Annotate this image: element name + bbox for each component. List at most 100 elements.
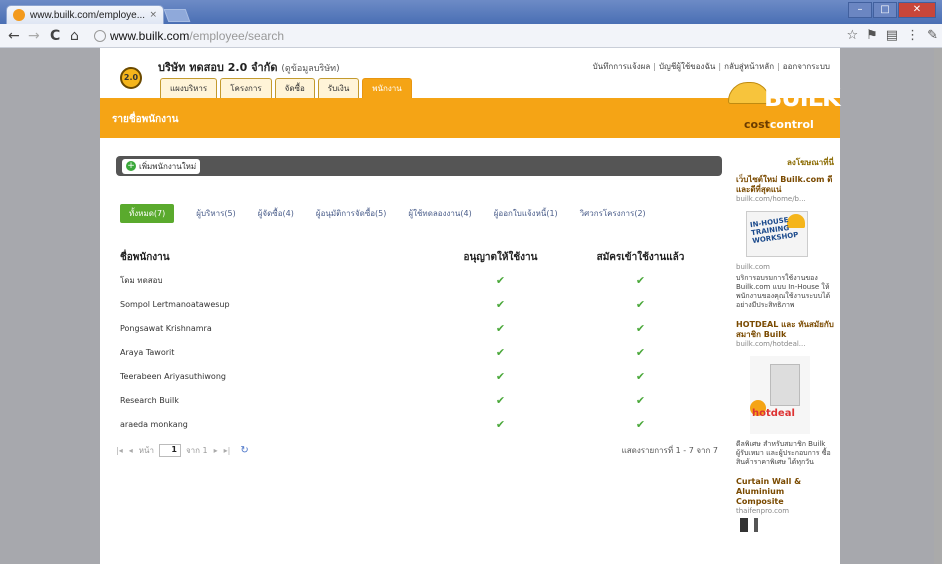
ad-title[interactable]: HOTDEAL และ ทันสมัยกับ สมาชิก Builk xyxy=(736,320,834,340)
allowed-check-icon: ✔ xyxy=(436,317,566,342)
employee-name[interactable]: Araya Taworit xyxy=(116,341,436,366)
bookmark-star-icon[interactable]: ☆ xyxy=(846,28,858,43)
hotdeal-label: hotdeal xyxy=(752,408,795,419)
employee-table: ชื่อพนักงาน อนุญาตให้ใช้งาน สมัครเข้าใช้… xyxy=(116,245,716,438)
page-scrollbar[interactable] xyxy=(934,48,942,564)
favicon-icon xyxy=(13,9,25,21)
section-title: รายชื่อพนักงาน xyxy=(112,114,179,125)
filter-purchasers[interactable]: ผู้จัดซื้อ(4) xyxy=(258,207,294,220)
employee-name[interactable]: Teerabeen Ariyasuthiwong xyxy=(116,365,436,390)
page-menu-icon[interactable]: ▤ xyxy=(886,28,898,43)
filter-project-engineers[interactable]: วิศวกรโครงการ(2) xyxy=(580,207,646,220)
tab-projects[interactable]: โครงการ xyxy=(220,78,272,98)
allowed-check-icon: ✔ xyxy=(436,293,566,318)
table-row[interactable]: โดม ทดสอบ ✔ ✔ xyxy=(116,270,716,294)
window-controls: – □ ✕ xyxy=(848,2,936,18)
extension-icon[interactable]: ⚑ xyxy=(866,28,878,43)
employee-name[interactable]: araeda monkang xyxy=(116,413,436,438)
action-bar: + เพิ่มพนักงานใหม่ xyxy=(116,156,722,176)
tab-purchasing[interactable]: จัดซื้อ xyxy=(274,78,315,98)
allowed-check-icon: ✔ xyxy=(436,413,566,438)
plus-icon: + xyxy=(126,161,136,171)
prev-page-icon[interactable]: ◂ xyxy=(129,446,133,455)
employee-name[interactable]: Sompol Lertmanoatawesup xyxy=(116,293,436,318)
info-icon[interactable]: ⋮ xyxy=(906,28,919,43)
company-info-link[interactable]: (ดูข้อมูลบริษัท) xyxy=(281,64,339,74)
main-tabs: แผงบริหาร โครงการ จัดซื้อ รับเงิน พนักงา… xyxy=(160,78,412,98)
allowed-check-icon: ✔ xyxy=(436,365,566,390)
first-page-icon[interactable]: |◂ xyxy=(116,446,123,455)
registered-check-icon: ✔ xyxy=(565,293,716,318)
filter-executives[interactable]: ผู้บริหาร(5) xyxy=(196,207,235,220)
tab-employees[interactable]: พนักงาน xyxy=(362,78,412,98)
ad-title[interactable]: เว็บไซต์ใหม่ Builk.com ดี และดีที่สุดแน่ xyxy=(736,175,834,195)
main-content: + เพิ่มพนักงานใหม่ ทั้งหมด(7) ผู้บริหาร(… xyxy=(116,156,722,457)
filter-all[interactable]: ทั้งหมด(7) xyxy=(120,204,175,223)
product-box-icon xyxy=(770,364,800,406)
col-allowed[interactable]: อนุญาตให้ใช้งาน xyxy=(436,245,565,270)
ad-url[interactable]: thaifenpro.com xyxy=(736,507,834,515)
hotdeal-image[interactable]: hotdeal xyxy=(750,356,810,434)
refresh-icon[interactable]: ↻ xyxy=(240,445,248,456)
new-tab-button[interactable] xyxy=(163,9,191,22)
add-employee-button[interactable]: + เพิ่มพนักงานใหม่ xyxy=(122,158,201,174)
page-info-icon[interactable] xyxy=(94,30,106,42)
ad-url[interactable]: builk.com/hotdeal... xyxy=(736,340,834,348)
close-window-button[interactable]: ✕ xyxy=(898,2,936,18)
page: 2.0 บริษัท ทดสอบ 2.0 จำกัด (ดูข้อมูลบริษ… xyxy=(100,48,841,564)
tab-dashboard[interactable]: แผงบริหาร xyxy=(160,78,218,98)
wrench-icon[interactable]: ✎ xyxy=(927,28,938,43)
table-row[interactable]: Araya Taworit ✔ ✔ xyxy=(116,341,716,366)
home-button[interactable]: ⌂ xyxy=(70,28,79,44)
add-employee-label: เพิ่มพนักงานใหม่ xyxy=(139,161,197,171)
last-page-icon[interactable]: ▸| xyxy=(224,446,231,455)
back-button[interactable]: ← xyxy=(8,28,20,44)
employee-name[interactable]: Pongsawat Krishnamra xyxy=(116,317,436,342)
table-row[interactable]: Teerabeen Ariyasuthiwong ✔ ✔ xyxy=(116,365,716,390)
builk-brand-logo[interactable]: BUILK costcontrol xyxy=(722,74,841,138)
next-page-icon[interactable]: ▸ xyxy=(214,446,218,455)
tab-close-icon[interactable]: × xyxy=(149,10,157,20)
registered-check-icon: ✔ xyxy=(565,413,716,438)
employee-name[interactable]: โดม ทดสอบ xyxy=(116,270,436,294)
table-row[interactable]: Pongsawat Krishnamra ✔ ✔ xyxy=(116,317,716,342)
maximize-button[interactable]: □ xyxy=(873,2,897,18)
link-logout[interactable]: ออกจากระบบ xyxy=(783,62,830,71)
col-employee-name[interactable]: ชื่อพนักงาน xyxy=(116,245,436,270)
reload-button[interactable]: C xyxy=(50,28,60,44)
filter-purchase-approvers[interactable]: ผู้อนุมัติการจัดซื้อ(5) xyxy=(316,207,387,220)
col-registered[interactable]: สมัครเข้าใช้งานแล้ว xyxy=(565,245,716,270)
link-my-account[interactable]: บัญชีผู้ใช้ของฉัน xyxy=(659,62,715,71)
forward-button[interactable]: → xyxy=(28,28,40,44)
ad-url[interactable]: builk.com xyxy=(736,263,834,271)
training-workshop-image[interactable]: IN-HOUSE TRAINING WORKSHOP xyxy=(746,211,808,257)
registered-check-icon: ✔ xyxy=(565,317,716,342)
pagination: |◂ ◂ หน้า 1 จาก 1 ▸ ▸| ↻ แสดงรายการที่ 1… xyxy=(116,444,722,457)
ad-title[interactable]: Curtain Wall & Aluminium Composite xyxy=(736,477,834,507)
link-feedback[interactable]: บันทึกการแจ้งผล xyxy=(593,62,651,71)
table-header-row: ชื่อพนักงาน อนุญาตให้ใช้งาน สมัครเข้าใช้… xyxy=(116,245,716,270)
tab-receivables[interactable]: รับเงิน xyxy=(317,78,360,98)
curtain-wall-image[interactable] xyxy=(740,518,800,532)
table-row[interactable]: araeda monkang ✔ ✔ xyxy=(116,413,716,438)
ad-url[interactable]: builk.com/home/b... xyxy=(736,195,834,203)
link-home[interactable]: กลับสู่หน้าหลัก xyxy=(724,62,774,71)
page-of-label: จาก 1 xyxy=(185,446,208,455)
employee-name[interactable]: Research Builk xyxy=(116,389,436,414)
minimize-button[interactable]: – xyxy=(848,2,872,18)
allowed-check-icon: ✔ xyxy=(436,341,566,366)
advertise-here-link[interactable]: ลงโฆษณาที่นี่ xyxy=(736,156,834,169)
filter-invoicers[interactable]: ผู้ออกใบแจ้งหนี้(1) xyxy=(494,207,558,220)
browser-tab[interactable]: www.builk.com/employe... × xyxy=(6,5,164,24)
browser-toolbar: ← → C ⌂ www.builk.com /employee/search ☆… xyxy=(0,24,942,48)
page-label: หน้า xyxy=(138,446,154,455)
address-bar[interactable]: www.builk.com /employee/search xyxy=(94,27,834,45)
page-number-input[interactable]: 1 xyxy=(158,444,181,457)
table-row[interactable]: Research Builk ✔ ✔ xyxy=(116,389,716,414)
top-links: บันทึกการแจ้งผล | บัญชีผู้ใช้ของฉัน | กลับสู… xyxy=(592,62,830,71)
site-logo[interactable]: 2.0 xyxy=(120,67,142,89)
table-row[interactable]: Sompol Lertmanoatawesup ✔ ✔ xyxy=(116,293,716,318)
registered-check-icon: ✔ xyxy=(565,341,716,366)
filter-trial-users[interactable]: ผู้ใช้ทดลองงาน(4) xyxy=(408,207,471,220)
company-title: บริษัท ทดสอบ 2.0 จำกัด xyxy=(158,61,278,74)
